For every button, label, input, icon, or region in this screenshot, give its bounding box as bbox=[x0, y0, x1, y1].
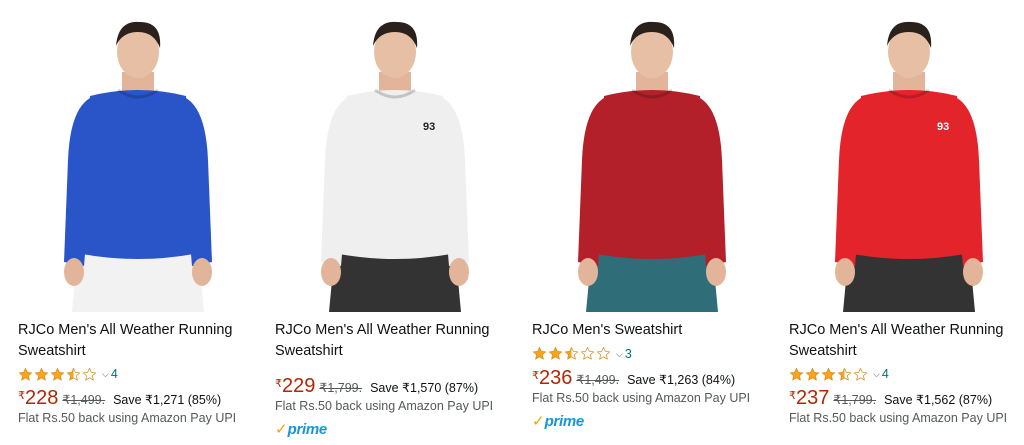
price[interactable]: 236 bbox=[539, 367, 572, 389]
product-image[interactable] bbox=[18, 10, 258, 312]
savings-text: Save ₹1,271 (85%) bbox=[113, 393, 222, 407]
shirt-shape bbox=[596, 90, 708, 259]
star-rating[interactable]: ⌵ 4 bbox=[789, 366, 889, 382]
check-icon: ✓ bbox=[532, 412, 545, 430]
product-image[interactable]: 93 bbox=[789, 10, 1024, 312]
product-card[interactable]: 93 RJCo Men's All Weather Running Sweatsh… bbox=[789, 0, 1024, 445]
product-grid: RJCo Men's All Weather Running Sweatshir… bbox=[0, 0, 1024, 445]
price-row: ₹236 ₹1,499. Save ₹1,263 (84%) bbox=[532, 367, 735, 389]
model-photo: 93 bbox=[789, 10, 1024, 312]
shirt-shape bbox=[82, 90, 194, 259]
list-price: ₹1,799. bbox=[833, 393, 877, 407]
currency-symbol: ₹ bbox=[789, 390, 796, 402]
shirt-logo: 93 bbox=[423, 121, 435, 133]
cashback-offer: Flat Rs.50 back using Amazon Pay UPI bbox=[18, 411, 237, 425]
shirt-logo: 93 bbox=[937, 121, 949, 133]
product-card[interactable]: RJCo Men's Sweatshirt ⌵ 3 ₹236 ₹1,499. Save ₹… bbox=[532, 0, 772, 445]
product-title[interactable]: RJCo Men's All Weather Running Sweatshir… bbox=[18, 320, 258, 361]
cashback-offer: Flat Rs.50 back using Amazon Pay UPI bbox=[532, 390, 751, 405]
product-card[interactable]: RJCo Men's All Weather Running Sweatshir… bbox=[18, 0, 258, 445]
star-icon bbox=[853, 367, 868, 380]
rating-count[interactable]: 4 bbox=[882, 367, 889, 381]
list-price: ₹1,799. bbox=[319, 381, 363, 395]
prime-label: prime bbox=[544, 412, 585, 430]
price-row: ₹228 ₹1,499. Save ₹1,271 (85%) bbox=[18, 387, 221, 409]
product-image[interactable] bbox=[532, 10, 772, 312]
price[interactable]: 228 bbox=[25, 387, 58, 409]
chevron-down-icon[interactable]: ⌵ bbox=[616, 346, 623, 362]
shirt-shape bbox=[339, 90, 451, 259]
savings-text: Save ₹1,562 (87%) bbox=[884, 393, 993, 407]
shirt-shape bbox=[853, 90, 965, 259]
cashback-offer: Flat Rs.50 back using Amazon Pay UPI bbox=[275, 399, 494, 413]
star-rating[interactable]: ⌵ 4 bbox=[18, 366, 118, 382]
star-rating[interactable]: ⌵ 3 bbox=[532, 346, 632, 362]
currency-symbol: ₹ bbox=[18, 390, 25, 402]
star-icon bbox=[34, 367, 49, 380]
model-photo bbox=[18, 10, 258, 312]
savings-text: Save ₹1,570 (87%) bbox=[370, 381, 479, 395]
currency-symbol: ₹ bbox=[275, 378, 282, 390]
price-row: ₹237 ₹1,799. Save ₹1,562 (87%) bbox=[789, 387, 992, 409]
star-icon bbox=[548, 346, 563, 360]
star-icon bbox=[532, 346, 547, 360]
star-icon bbox=[50, 367, 65, 380]
cashback-offer: Flat Rs.50 back using Amazon Pay UPI bbox=[789, 411, 1008, 425]
rating-count[interactable]: 3 bbox=[625, 347, 632, 361]
price[interactable]: 229 bbox=[282, 375, 315, 397]
product-image[interactable]: 93 bbox=[275, 10, 515, 312]
star-icon bbox=[821, 367, 836, 380]
star-icon bbox=[789, 367, 804, 380]
list-price: ₹1,499. bbox=[62, 393, 106, 407]
chevron-down-icon[interactable]: ⌵ bbox=[102, 366, 109, 382]
prime-label: prime bbox=[287, 421, 328, 438]
price-row: ₹229 ₹1,799. Save ₹1,570 (87%) bbox=[275, 375, 478, 397]
star-icon bbox=[66, 367, 81, 380]
prime-badge: ✓ prime bbox=[275, 421, 327, 439]
star-icon bbox=[805, 367, 820, 380]
rating-count[interactable]: 4 bbox=[111, 367, 118, 381]
star-icon bbox=[596, 346, 611, 360]
currency-symbol: ₹ bbox=[532, 369, 539, 382]
model-photo: 93 bbox=[275, 10, 515, 312]
savings-text: Save ₹1,263 (84%) bbox=[627, 372, 736, 387]
star-icon bbox=[580, 346, 595, 360]
star-icon bbox=[564, 346, 579, 360]
chevron-down-icon[interactable]: ⌵ bbox=[873, 366, 880, 382]
product-card[interactable]: 93 RJCo Men's All Weather Running Sweatsh… bbox=[275, 0, 515, 445]
product-title[interactable]: RJCo Men's Sweatshirt bbox=[532, 320, 772, 341]
model-photo bbox=[532, 10, 772, 312]
product-title[interactable]: RJCo Men's All Weather Running Sweatshir… bbox=[789, 320, 1024, 361]
product-title[interactable]: RJCo Men's All Weather Running Sweatshir… bbox=[275, 320, 515, 361]
star-icon bbox=[18, 367, 33, 380]
check-icon: ✓ bbox=[275, 421, 288, 438]
star-icon bbox=[837, 367, 852, 380]
prime-badge: ✓ prime bbox=[532, 413, 584, 431]
list-price: ₹1,499. bbox=[576, 372, 620, 387]
star-icon bbox=[82, 367, 97, 380]
price[interactable]: 237 bbox=[796, 387, 829, 409]
